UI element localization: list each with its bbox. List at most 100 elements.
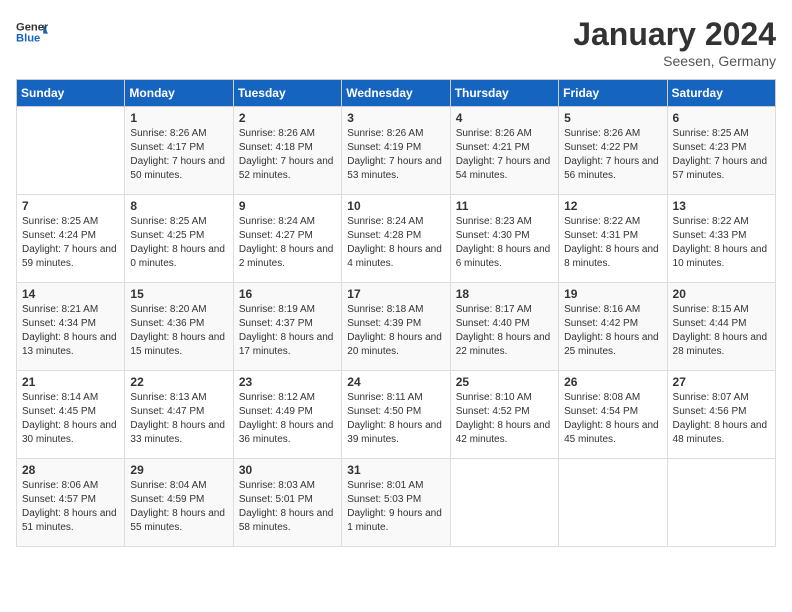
day-number: 6 bbox=[673, 111, 770, 125]
calendar-cell: 4 Sunrise: 8:26 AMSunset: 4:21 PMDaylight… bbox=[450, 107, 558, 195]
day-info: Sunrise: 8:25 AMSunset: 4:23 PMDaylight:… bbox=[673, 127, 770, 183]
day-number: 30 bbox=[239, 463, 336, 477]
day-number: 3 bbox=[347, 111, 444, 125]
day-info: Sunrise: 8:11 AMSunset: 4:50 PMDaylight:… bbox=[347, 391, 444, 447]
calendar-cell: 19Sunrise: 8:16 AMSunset: 4:42 PMDayligh… bbox=[559, 283, 667, 371]
day-info: Sunrise: 8:26 AMSunset: 4:21 PMDaylight:… bbox=[456, 127, 553, 183]
day-number: 26 bbox=[564, 375, 661, 389]
calendar-cell bbox=[667, 459, 775, 547]
day-number: 22 bbox=[130, 375, 227, 389]
day-info: Sunrise: 8:21 AMSunset: 4:34 PMDaylight:… bbox=[22, 303, 119, 359]
calendar-cell: 21Sunrise: 8:14 AMSunset: 4:45 PMDayligh… bbox=[17, 371, 125, 459]
day-number: 8 bbox=[130, 199, 227, 213]
calendar-cell bbox=[559, 459, 667, 547]
calendar-cell: 8 Sunrise: 8:25 AMSunset: 4:25 PMDaylight… bbox=[125, 195, 233, 283]
calendar-cell: 20 Sunrise: 8:15 AMSunset: 4:44 PMDayligh… bbox=[667, 283, 775, 371]
calendar-cell: 25 Sunrise: 8:10 AMSunset: 4:52 PMDayligh… bbox=[450, 371, 558, 459]
svg-text:Blue: Blue bbox=[16, 33, 40, 45]
calendar-cell: 11 Sunrise: 8:23 AMSunset: 4:30 PMDayligh… bbox=[450, 195, 558, 283]
day-info: Sunrise: 8:04 AMSunset: 4:59 PMDaylight:… bbox=[130, 479, 227, 535]
day-info: Sunrise: 8:22 AMSunset: 4:31 PMDaylight:… bbox=[564, 215, 661, 271]
day-info: Sunrise: 8:13 AMSunset: 4:47 PMDaylight:… bbox=[130, 391, 227, 447]
day-number: 31 bbox=[347, 463, 444, 477]
day-number: 10 bbox=[347, 199, 444, 213]
weekday-header-friday: Friday bbox=[559, 80, 667, 107]
day-info: Sunrise: 8:25 AMSunset: 4:24 PMDaylight:… bbox=[22, 215, 119, 271]
day-info: Sunrise: 8:10 AMSunset: 4:52 PMDaylight:… bbox=[456, 391, 553, 447]
calendar-cell: 12 Sunrise: 8:22 AMSunset: 4:31 PMDayligh… bbox=[559, 195, 667, 283]
day-info: Sunrise: 8:08 AMSunset: 4:54 PMDaylight:… bbox=[564, 391, 661, 447]
location: Seesen, Germany bbox=[573, 53, 776, 69]
calendar-cell: 16 Sunrise: 8:19 AMSunset: 4:37 PMDayligh… bbox=[233, 283, 341, 371]
calendar-cell: 23 Sunrise: 8:12 AMSunset: 4:49 PMDayligh… bbox=[233, 371, 341, 459]
day-number: 13 bbox=[673, 199, 770, 213]
calendar-cell: 18 Sunrise: 8:17 AMSunset: 4:40 PMDayligh… bbox=[450, 283, 558, 371]
day-number: 23 bbox=[239, 375, 336, 389]
calendar-cell: 6 Sunrise: 8:25 AMSunset: 4:23 PMDaylight… bbox=[667, 107, 775, 195]
day-number: 4 bbox=[456, 111, 553, 125]
weekday-header-monday: Monday bbox=[125, 80, 233, 107]
calendar-cell: 30 Sunrise: 8:03 AMSunset: 5:01 PMDayligh… bbox=[233, 459, 341, 547]
day-info: Sunrise: 8:24 AMSunset: 4:28 PMDaylight:… bbox=[347, 215, 444, 271]
day-info: Sunrise: 8:01 AMSunset: 5:03 PMDaylight:… bbox=[347, 479, 444, 535]
day-number: 20 bbox=[673, 287, 770, 301]
calendar-cell bbox=[450, 459, 558, 547]
calendar-cell: 22 Sunrise: 8:13 AMSunset: 4:47 PMDayligh… bbox=[125, 371, 233, 459]
weekday-header-wednesday: Wednesday bbox=[342, 80, 450, 107]
day-info: Sunrise: 8:12 AMSunset: 4:49 PMDaylight:… bbox=[239, 391, 336, 447]
calendar-cell: 29 Sunrise: 8:04 AMSunset: 4:59 PMDayligh… bbox=[125, 459, 233, 547]
day-info: Sunrise: 8:26 AMSunset: 4:18 PMDaylight:… bbox=[239, 127, 336, 183]
day-number: 29 bbox=[130, 463, 227, 477]
calendar-cell: 17 Sunrise: 8:18 AMSunset: 4:39 PMDayligh… bbox=[342, 283, 450, 371]
day-info: Sunrise: 8:16 AMSunset: 4:42 PMDaylight:… bbox=[564, 303, 661, 359]
day-number: 18 bbox=[456, 287, 553, 301]
day-info: Sunrise: 8:23 AMSunset: 4:30 PMDaylight:… bbox=[456, 215, 553, 271]
weekday-header-thursday: Thursday bbox=[450, 80, 558, 107]
weekday-header-sunday: Sunday bbox=[17, 80, 125, 107]
day-info: Sunrise: 8:17 AMSunset: 4:40 PMDaylight:… bbox=[456, 303, 553, 359]
day-number: 17 bbox=[347, 287, 444, 301]
calendar-cell: 31 Sunrise: 8:01 AMSunset: 5:03 PMDayligh… bbox=[342, 459, 450, 547]
day-number: 9 bbox=[239, 199, 336, 213]
month-title: January 2024 bbox=[573, 16, 776, 53]
day-info: Sunrise: 8:14 AMSunset: 4:45 PMDaylight:… bbox=[22, 391, 119, 447]
calendar-cell: 13Sunrise: 8:22 AMSunset: 4:33 PMDayligh… bbox=[667, 195, 775, 283]
day-info: Sunrise: 8:18 AMSunset: 4:39 PMDaylight:… bbox=[347, 303, 444, 359]
day-number: 7 bbox=[22, 199, 119, 213]
day-info: Sunrise: 8:03 AMSunset: 5:01 PMDaylight:… bbox=[239, 479, 336, 535]
calendar-cell: 3 Sunrise: 8:26 AMSunset: 4:19 PMDaylight… bbox=[342, 107, 450, 195]
day-number: 27 bbox=[673, 375, 770, 389]
calendar-cell: 10 Sunrise: 8:24 AMSunset: 4:28 PMDayligh… bbox=[342, 195, 450, 283]
weekday-header-saturday: Saturday bbox=[667, 80, 775, 107]
day-info: Sunrise: 8:06 AMSunset: 4:57 PMDaylight:… bbox=[22, 479, 119, 535]
day-info: Sunrise: 8:24 AMSunset: 4:27 PMDaylight:… bbox=[239, 215, 336, 271]
day-number: 1 bbox=[130, 111, 227, 125]
calendar-cell: 26 Sunrise: 8:08 AMSunset: 4:54 PMDayligh… bbox=[559, 371, 667, 459]
day-info: Sunrise: 8:15 AMSunset: 4:44 PMDaylight:… bbox=[673, 303, 770, 359]
day-number: 14 bbox=[22, 287, 119, 301]
day-number: 12 bbox=[564, 199, 661, 213]
calendar-cell: 1Sunrise: 8:26 AMSunset: 4:17 PMDaylight… bbox=[125, 107, 233, 195]
calendar-cell: 14 Sunrise: 8:21 AMSunset: 4:34 PMDayligh… bbox=[17, 283, 125, 371]
calendar-cell: 2 Sunrise: 8:26 AMSunset: 4:18 PMDaylight… bbox=[233, 107, 341, 195]
weekday-header-tuesday: Tuesday bbox=[233, 80, 341, 107]
day-info: Sunrise: 8:20 AMSunset: 4:36 PMDaylight:… bbox=[130, 303, 227, 359]
logo: General Blue bbox=[16, 16, 52, 48]
day-number: 24 bbox=[347, 375, 444, 389]
day-number: 25 bbox=[456, 375, 553, 389]
day-info: Sunrise: 8:26 AMSunset: 4:22 PMDaylight:… bbox=[564, 127, 661, 183]
title-block: January 2024 Seesen, Germany bbox=[573, 16, 776, 69]
day-info: Sunrise: 8:19 AMSunset: 4:37 PMDaylight:… bbox=[239, 303, 336, 359]
day-number: 5 bbox=[564, 111, 661, 125]
calendar-cell: 28Sunrise: 8:06 AMSunset: 4:57 PMDayligh… bbox=[17, 459, 125, 547]
day-info: Sunrise: 8:26 AMSunset: 4:19 PMDaylight:… bbox=[347, 127, 444, 183]
day-number: 16 bbox=[239, 287, 336, 301]
calendar-table: SundayMondayTuesdayWednesdayThursdayFrid… bbox=[16, 79, 776, 547]
day-number: 2 bbox=[239, 111, 336, 125]
calendar-cell: 5 Sunrise: 8:26 AMSunset: 4:22 PMDaylight… bbox=[559, 107, 667, 195]
day-info: Sunrise: 8:25 AMSunset: 4:25 PMDaylight:… bbox=[130, 215, 227, 271]
calendar-cell: 7 Sunrise: 8:25 AMSunset: 4:24 PMDaylight… bbox=[17, 195, 125, 283]
day-number: 11 bbox=[456, 199, 553, 213]
page-header: General Blue January 2024 Seesen, German… bbox=[16, 16, 776, 69]
calendar-cell: 9 Sunrise: 8:24 AMSunset: 4:27 PMDaylight… bbox=[233, 195, 341, 283]
